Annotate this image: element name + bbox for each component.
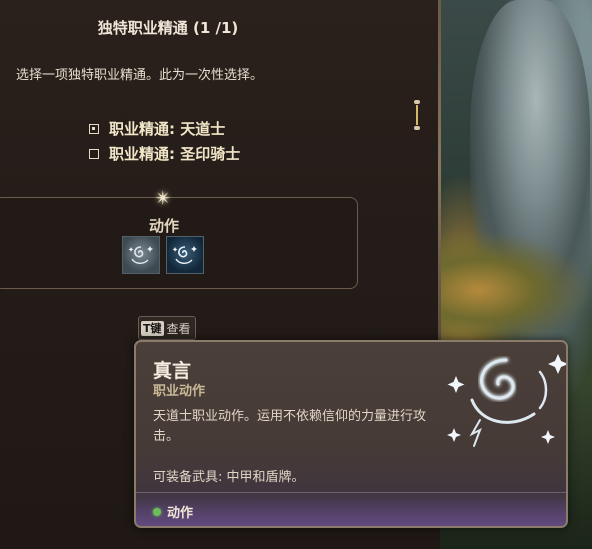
action-icon-truesight[interactable] — [122, 236, 160, 274]
scroll-cap-bottom — [414, 126, 420, 130]
tooltip-description: 天道士职业动作。运用不依赖信仰的力量进行攻击。 — [153, 409, 427, 444]
keyboard-key-icon: T键 — [141, 320, 164, 336]
action-tooltip: 真言 职业动作 天道士职业动作。运用不依赖信仰的力量进行攻击。 可装备武具: 中… — [134, 340, 568, 528]
swirl-sparkle-icon — [447, 354, 566, 447]
mastery-option-1[interactable]: 职业精通: 天道士 — [89, 118, 225, 139]
mastery-option-label: 职业精通: 天道士 — [109, 120, 226, 138]
mastery-option-2[interactable]: 职业精通: 圣印骑士 — [89, 143, 240, 164]
key-hint-label: 查看 — [166, 321, 191, 336]
tooltip-equipment: 可装备武具: 中甲和盾牌。 — [153, 470, 305, 485]
sparkle-star-icon: ✴ — [154, 186, 172, 210]
panel-subtitle: 选择一项独特职业精通。此为一次性选择。 — [16, 68, 264, 83]
panel-border — [438, 0, 441, 340]
action-type-dot-icon — [153, 508, 161, 516]
inspect-key-hint[interactable]: T键 查看 — [138, 316, 196, 340]
mastery-option-label: 职业精通: 圣印骑士 — [109, 145, 241, 163]
actions-heading: 动作 — [148, 217, 179, 235]
checkbox-empty-icon[interactable] — [89, 148, 99, 159]
checkbox-checked-icon[interactable] — [89, 123, 99, 134]
scroll-cap-top — [414, 100, 420, 104]
action-icon-truesight-selected[interactable] — [166, 236, 204, 274]
tooltip-subtitle: 职业动作 — [153, 384, 206, 399]
tooltip-title: 真言 — [153, 360, 192, 382]
scroll-thumb[interactable] — [416, 105, 418, 125]
tooltip-tag: 动作 — [167, 506, 194, 521]
scrollbar-handle[interactable] — [414, 100, 420, 130]
swirl-spell-icon — [128, 246, 153, 264]
swirl-spell-icon-selected — [172, 246, 197, 264]
panel-title: 独特职业精通 (1 /1) — [97, 19, 239, 37]
tooltip-divider — [136, 492, 566, 493]
autumn-foliage — [430, 230, 592, 350]
tooltip-footer — [136, 492, 566, 526]
